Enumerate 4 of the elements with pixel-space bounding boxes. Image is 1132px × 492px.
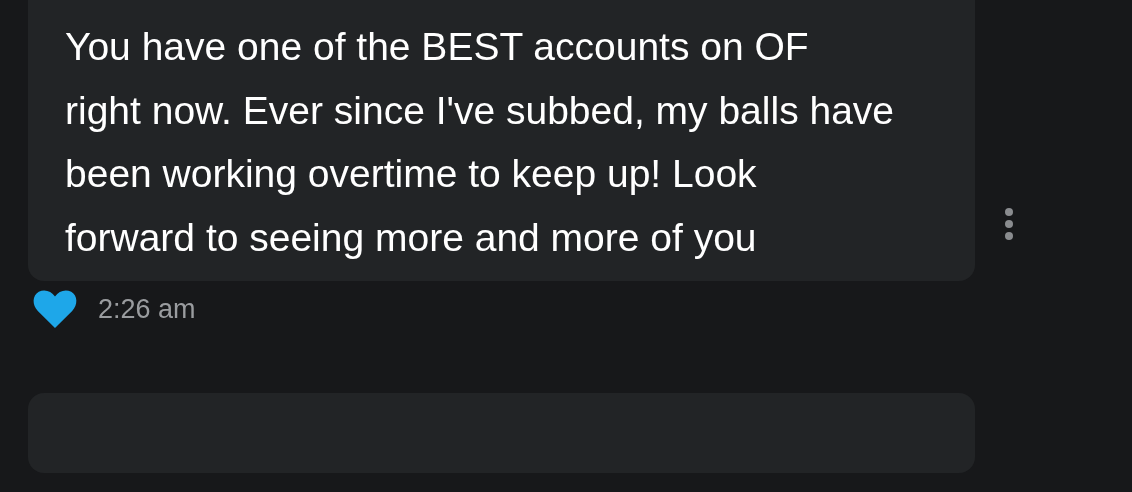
message-time: 2:26 am [98,293,196,325]
more-options-icon[interactable] [1004,207,1014,241]
message-text: You have one of the BEST accounts on OF right now. Ever since I've subbed, my balls have been working overtime to keep up! Look forward to seeing more and more of you [65,24,895,261]
heart-icon[interactable] [32,288,78,330]
